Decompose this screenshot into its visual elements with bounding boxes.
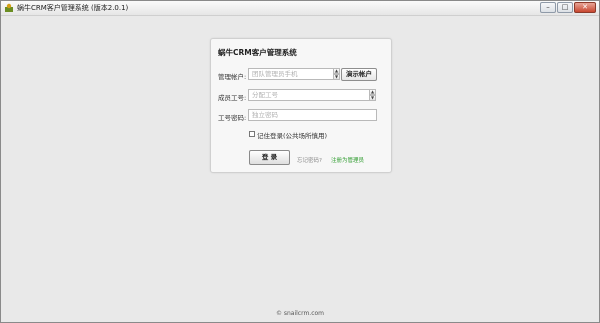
window-title: 蜗牛CRM客户管理系统 (版本2.0.1) [17, 4, 129, 12]
spinner-down-icon[interactable]: ▼ [333, 74, 340, 80]
member-id-input[interactable] [248, 89, 370, 101]
close-button[interactable]: ✕ [574, 2, 596, 13]
copyright: © snailcrm.com [275, 310, 325, 317]
login-button[interactable]: 登 录 [249, 150, 290, 165]
window-controls: – □ ✕ [539, 2, 596, 14]
password-label: 工号密码: [218, 114, 247, 122]
account-label: 管理帐户: [218, 73, 247, 81]
register-admin-link[interactable]: 注册为管理员 [331, 156, 364, 164]
member-spinner[interactable]: ▲ ▼ [369, 89, 376, 101]
forgot-password-link[interactable]: 忘记密码? [297, 156, 322, 164]
member-label: 成员工号: [218, 94, 247, 102]
app-window: 蜗牛CRM客户管理系统 (版本2.0.1) – □ ✕ 蜗牛CRM客户管理系统 … [0, 0, 600, 323]
account-spinner[interactable]: ▲ ▼ [333, 68, 340, 80]
remember-label[interactable]: 记住登录(公共场所慎用) [257, 130, 327, 140]
password-input[interactable] [248, 109, 377, 121]
maximize-button[interactable]: □ [557, 2, 573, 13]
app-icon [5, 3, 13, 12]
login-title: 蜗牛CRM客户管理系统 [218, 48, 297, 57]
remember-checkbox[interactable] [249, 131, 255, 137]
account-input[interactable] [248, 68, 334, 80]
login-panel: 蜗牛CRM客户管理系统 管理帐户: ▲ ▼ 演示帐户 成员工号: ▲ ▼ 工号密… [210, 38, 392, 173]
spinner-down-icon[interactable]: ▼ [369, 95, 376, 101]
demo-account-button[interactable]: 演示帐户 [341, 68, 377, 81]
minimize-button[interactable]: – [540, 2, 556, 13]
title-bar[interactable]: 蜗牛CRM客户管理系统 (版本2.0.1) – □ ✕ [1, 1, 599, 16]
